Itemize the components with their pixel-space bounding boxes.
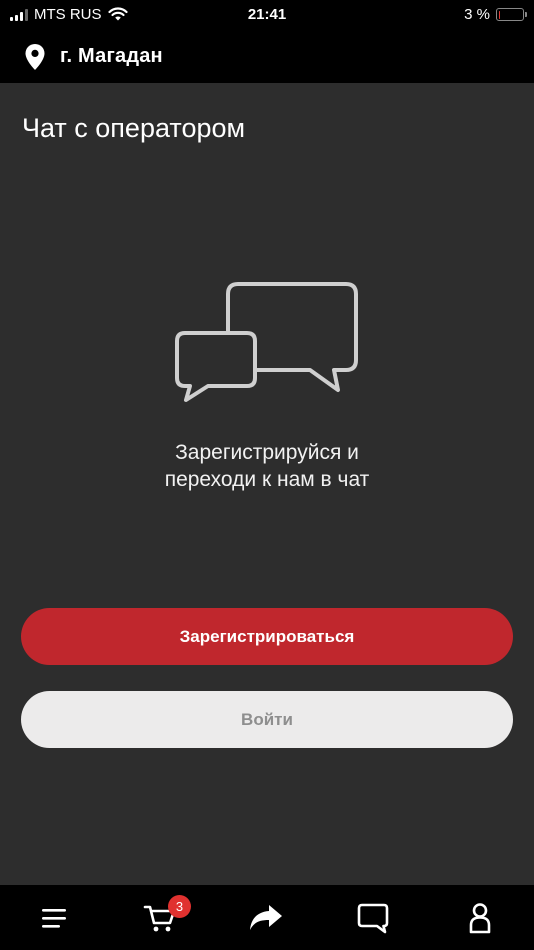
prompt-line-1: Зарегистрируйся и (175, 441, 359, 464)
battery-icon (496, 8, 527, 21)
login-button[interactable]: Войти (21, 691, 513, 748)
chat-icon (357, 903, 389, 934)
tab-menu[interactable] (34, 898, 74, 938)
status-right: 3 % (464, 6, 527, 23)
city-name: г. Магадан (60, 45, 163, 67)
city-selector[interactable]: г. Магадан (0, 30, 534, 83)
battery-fill (498, 10, 500, 19)
location-pin-icon (25, 43, 45, 70)
menu-icon (42, 909, 66, 928)
tab-share[interactable] (246, 898, 286, 938)
cart-badge: 3 (168, 895, 191, 918)
tab-profile[interactable] (460, 898, 500, 938)
battery-percent: 3 % (464, 6, 490, 23)
register-button[interactable]: Зарегистрироваться (21, 608, 513, 665)
status-time: 21:41 (247, 6, 287, 23)
main-content: Чат с оператором Зарегистрируйся и перех… (0, 83, 534, 885)
chat-bubbles-icon (175, 282, 358, 402)
status-bar: MTS RUS 21:41 3 % (0, 0, 534, 30)
tab-chat[interactable] (353, 898, 393, 938)
prompt-line-2: переходи к нам в чат (164, 468, 370, 491)
register-prompt: Зарегистрируйся и переходи к нам в чат (0, 439, 534, 493)
page-title: Чат с оператором (22, 113, 246, 143)
share-icon (250, 905, 282, 930)
screen: MTS RUS 21:41 3 % г. Магадан Чат с опера… (0, 0, 534, 950)
tab-bar (0, 885, 534, 950)
profile-icon (469, 903, 491, 934)
